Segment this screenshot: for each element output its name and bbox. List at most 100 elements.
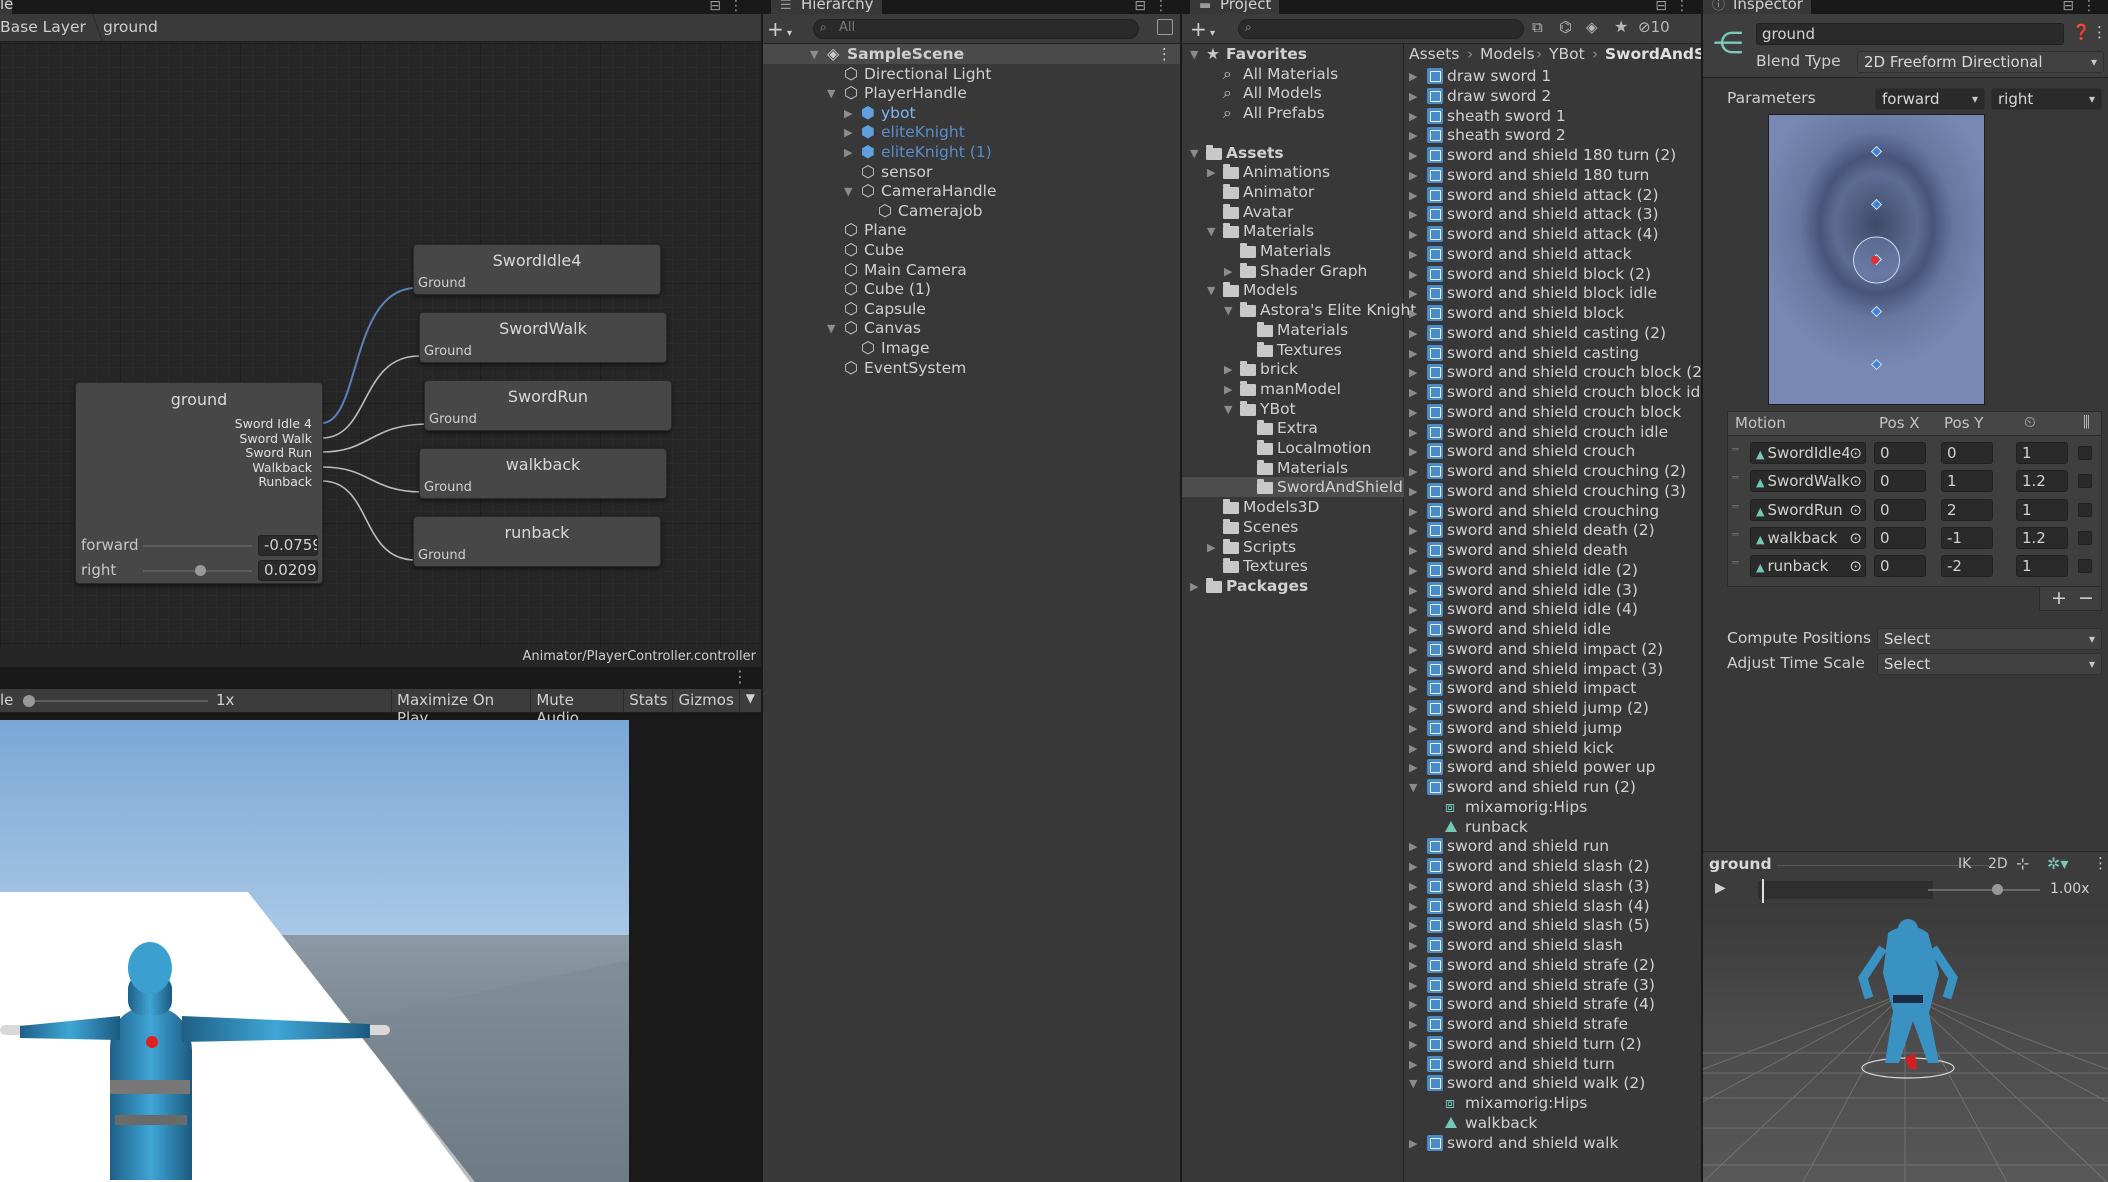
gizmos-dropdown-icon[interactable]: ▼: [738, 689, 761, 713]
time-scale-field[interactable]: 1.2: [2016, 470, 2068, 493]
asset-child-item[interactable]: ⧈ mixamorig:Hips: [1405, 797, 1701, 817]
collapsed-arrow-icon[interactable]: ▶: [1409, 837, 1417, 857]
mirror-checkbox[interactable]: [2078, 474, 2092, 489]
collapsed-arrow-icon[interactable]: ▶: [1409, 976, 1417, 996]
collapsed-arrow-icon[interactable]: ▶: [1409, 936, 1417, 956]
expanded-arrow-icon[interactable]: ▼: [827, 84, 835, 104]
create-button[interactable]: + ▾: [1190, 17, 1215, 41]
remove-motion-button[interactable]: −: [2078, 587, 2094, 609]
avatar-select-icon[interactable]: ✲▾: [2047, 854, 2068, 873]
output-walkback[interactable]: Walkback: [235, 460, 312, 476]
posy-field[interactable]: 0: [1941, 442, 1993, 464]
expanded-arrow-icon[interactable]: ▼: [827, 319, 835, 339]
hierarchy-item[interactable]: ⬡ sensor: [763, 162, 1180, 182]
ik-toggle[interactable]: IK: [1958, 856, 1971, 872]
collapsed-arrow-icon[interactable]: ▶: [1409, 186, 1417, 206]
project-tree-item[interactable]: ▶ manModel: [1182, 379, 1404, 399]
compute-positions-dropdown[interactable]: Select: [1877, 628, 2102, 650]
model-asset-item[interactable]: ▶ sword and shield crouch block (2): [1405, 362, 1701, 382]
blend-space-preview[interactable]: [1768, 114, 1985, 405]
hierarchy-item[interactable]: ▶ ⬢ ybot: [763, 103, 1180, 123]
blend-type-dropdown[interactable]: 2D Freeform Directional: [1857, 51, 2104, 73]
breadcrumb-base-layer[interactable]: Base Layer: [0, 18, 86, 36]
project-tree-item[interactable]: ⌕ All Materials: [1182, 64, 1404, 84]
model-asset-item[interactable]: ▶ sword and shield strafe (2): [1405, 955, 1701, 975]
collapsed-arrow-icon[interactable]: ▶: [1409, 284, 1417, 304]
model-asset-item[interactable]: ▶ sword and shield attack (2): [1405, 185, 1701, 205]
time-scale-field[interactable]: 1: [2016, 498, 2068, 521]
collapsed-arrow-icon[interactable]: ▶: [1409, 126, 1417, 146]
object-picker-icon[interactable]: ⊙: [1849, 527, 1862, 548]
model-asset-item[interactable]: ▶ sword and shield kick: [1405, 738, 1701, 758]
collapsed-arrow-icon[interactable]: ▶: [1409, 205, 1417, 225]
collapsed-arrow-icon[interactable]: ▶: [1409, 640, 1417, 660]
hierarchy-item[interactable]: ▼ ⬡ PlayerHandle: [763, 83, 1180, 103]
posx-field[interactable]: 0: [1874, 498, 1926, 521]
time-scale-field[interactable]: 1.2: [2016, 526, 2068, 549]
posx-field[interactable]: 0: [1874, 442, 1926, 464]
drag-handle-icon[interactable]: ═: [1732, 471, 1739, 484]
collapsed-arrow-icon[interactable]: ▶: [1409, 166, 1417, 186]
hierarchy-item[interactable]: ▼ ⬡ Canvas: [763, 318, 1180, 338]
project-tree-item[interactable]: ▶ Packages: [1182, 576, 1404, 596]
settings-menu-icon[interactable]: ⋮: [2092, 23, 2107, 41]
posx-field[interactable]: 0: [1874, 470, 1926, 493]
expanded-arrow-icon[interactable]: ▼: [1409, 778, 1417, 798]
hierarchy-item[interactable]: ⬡ Cube (1): [763, 279, 1180, 299]
object-picker-icon[interactable]: ⊙: [1849, 499, 1862, 520]
project-tree-item[interactable]: ⌕ All Models: [1182, 83, 1404, 103]
model-asset-item[interactable]: ▶ sword and shield slash (4): [1405, 896, 1701, 916]
mirror-checkbox[interactable]: [2078, 559, 2092, 574]
collapsed-arrow-icon[interactable]: ▶: [1409, 758, 1417, 778]
search-options-icon[interactable]: [1157, 19, 1173, 35]
collapsed-arrow-icon[interactable]: ▶: [1409, 67, 1417, 87]
model-asset-item[interactable]: ▶ sword and shield crouch block: [1405, 402, 1701, 422]
collapsed-arrow-icon[interactable]: ▶: [1409, 324, 1417, 344]
collapsed-arrow-icon[interactable]: ▶: [1409, 502, 1417, 522]
collapsed-arrow-icon[interactable]: ▶: [1409, 719, 1417, 739]
motion-object-field[interactable]: ▲ runback ⊙: [1750, 555, 1866, 578]
motion-object-field[interactable]: ▲ SwordWalk ⊙: [1750, 470, 1866, 493]
param-right-slider-thumb[interactable]: [195, 565, 206, 576]
model-asset-item[interactable]: ▶ sword and shield idle (2): [1405, 560, 1701, 580]
model-asset-item[interactable]: ▼ sword and shield run (2): [1405, 777, 1701, 797]
model-asset-item[interactable]: ▶ sword and shield run: [1405, 836, 1701, 856]
project-tree-item[interactable]: ▼ Assets: [1182, 143, 1404, 163]
collapsed-arrow-icon[interactable]: ▶: [1409, 265, 1417, 285]
project-tree-item[interactable]: ▼ ★ Favorites: [1182, 44, 1404, 64]
gizmos-button[interactable]: Gizmos: [672, 689, 738, 713]
model-asset-item[interactable]: ▶ sword and shield 180 turn (2): [1405, 145, 1701, 165]
crumb-swordandshield[interactable]: SwordAndSh: [1605, 44, 1701, 64]
collapsed-arrow-icon[interactable]: ▶: [1207, 163, 1215, 183]
favorites-star-icon[interactable]: ★: [1614, 17, 1628, 36]
hierarchy-item[interactable]: ▼ ⬡ CameraHandle: [763, 181, 1180, 201]
motion-node-runback[interactable]: runback Ground: [413, 516, 661, 567]
mirror-checkbox[interactable]: [2078, 502, 2092, 517]
speed-slider-thumb[interactable]: [1992, 884, 2003, 895]
model-asset-item[interactable]: ▶ sword and shield impact (2): [1405, 639, 1701, 659]
hierarchy-item[interactable]: ⬡ Capsule: [763, 299, 1180, 319]
collapsed-arrow-icon[interactable]: ▶: [1409, 600, 1417, 620]
collapsed-arrow-icon[interactable]: ▶: [844, 104, 852, 124]
project-tree-item[interactable]: ▼ Models: [1182, 280, 1404, 300]
model-asset-item[interactable]: ▶ sheath sword 2: [1405, 125, 1701, 145]
project-tree-item[interactable]: ▼ Astora's Elite Knight: [1182, 300, 1416, 320]
model-asset-item[interactable]: ▶ sword and shield idle (4): [1405, 599, 1701, 619]
posy-field[interactable]: 2: [1941, 498, 1993, 521]
collapsed-arrow-icon[interactable]: ▶: [1409, 739, 1417, 759]
collapsed-arrow-icon[interactable]: ▶: [1409, 620, 1417, 640]
drag-handle-icon[interactable]: ═: [1732, 443, 1739, 456]
model-asset-item[interactable]: ▶ sword and shield slash: [1405, 935, 1701, 955]
mirror-checkbox[interactable]: [2078, 530, 2092, 545]
project-tree-item[interactable]: Extra: [1182, 418, 1404, 438]
model-asset-item[interactable]: ▶ sword and shield death (2): [1405, 520, 1701, 540]
collapsed-arrow-icon[interactable]: ▶: [1409, 521, 1417, 541]
param-right-field[interactable]: 0.02095: [258, 560, 318, 581]
expanded-arrow-icon[interactable]: ▼: [810, 45, 818, 65]
posy-field[interactable]: -2: [1941, 555, 1993, 578]
breadcrumb-ground[interactable]: ground: [103, 18, 158, 36]
model-asset-item[interactable]: ▶ sword and shield walk: [1405, 1133, 1701, 1153]
panel-menu-icon[interactable]: ⊟⋮: [709, 0, 751, 14]
model-asset-item[interactable]: ▶ sword and shield block idle: [1405, 283, 1701, 303]
collapsed-arrow-icon[interactable]: ▶: [1409, 245, 1417, 265]
